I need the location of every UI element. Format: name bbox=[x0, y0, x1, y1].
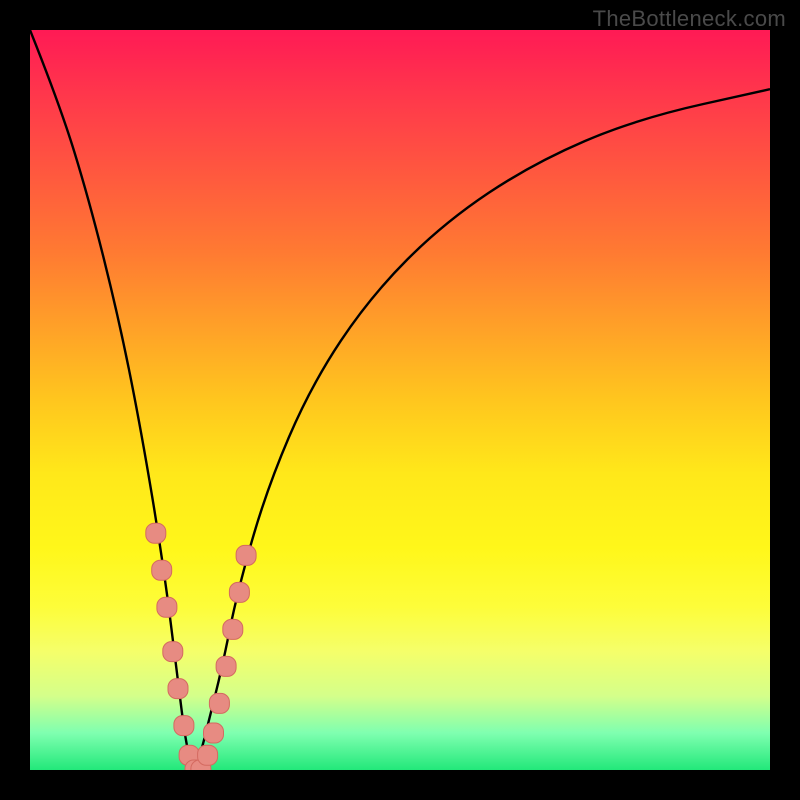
plot-area bbox=[30, 30, 770, 770]
marker-layer bbox=[146, 523, 256, 770]
data-marker bbox=[209, 693, 229, 713]
data-marker bbox=[216, 656, 236, 676]
data-marker bbox=[223, 619, 243, 639]
data-marker bbox=[146, 523, 166, 543]
data-marker bbox=[229, 582, 249, 602]
data-marker bbox=[204, 723, 224, 743]
chart-frame: TheBottleneck.com bbox=[0, 0, 800, 800]
data-marker bbox=[168, 679, 188, 699]
data-marker bbox=[198, 745, 218, 765]
data-marker bbox=[157, 597, 177, 617]
curve-layer bbox=[30, 30, 770, 765]
bottleneck-curve bbox=[30, 30, 770, 765]
chart-svg bbox=[30, 30, 770, 770]
data-marker bbox=[174, 716, 194, 736]
data-marker bbox=[236, 545, 256, 565]
data-marker bbox=[163, 642, 183, 662]
watermark-text: TheBottleneck.com bbox=[593, 6, 786, 32]
data-marker bbox=[152, 560, 172, 580]
